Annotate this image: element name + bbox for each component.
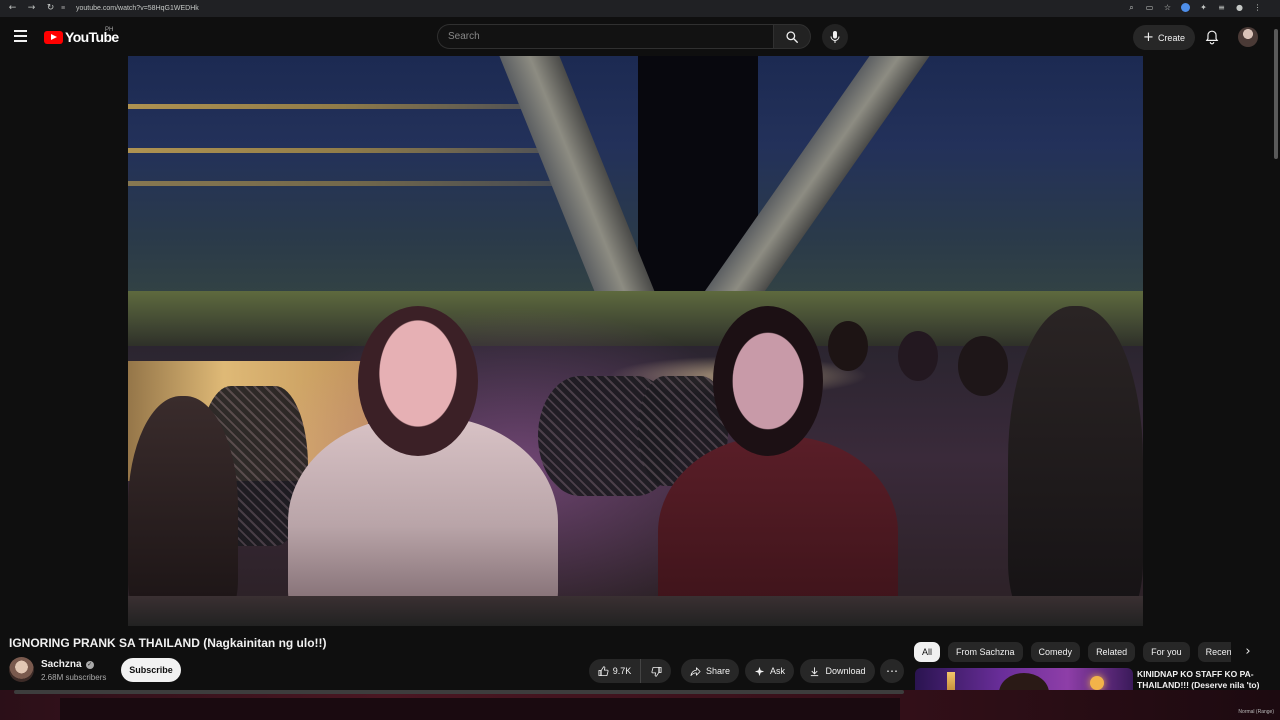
bell-icon [1205,30,1219,44]
chip-comedy[interactable]: Comedy [1030,642,1081,662]
ceiling-stripe [128,181,578,186]
chip-for-you[interactable]: For you [1143,642,1190,662]
zoom-status-label: Normal (Range) [1238,709,1274,715]
youtube-header: YouTube PH + Create [0,17,1280,57]
scrollbar-thumb[interactable] [1274,29,1278,159]
ask-label: Ask [769,666,785,676]
chip-from-channel[interactable]: From Sachzna [948,642,1023,662]
channel-avatar[interactable] [9,657,34,682]
dislike-button[interactable] [641,659,671,683]
download-icon [811,666,819,676]
like-dislike-group: 9.7K [589,659,671,683]
hamburger-icon[interactable] [14,30,28,42]
chip-recently-uploaded[interactable]: Recently uploaded [1197,642,1231,662]
thumbs-down-icon [651,666,661,677]
channel-name-text[interactable]: Sachzna [41,659,82,670]
bookmark-star-icon[interactable]: ☆ [1163,3,1172,12]
recommendation-chips: All From Sachzna Comedy Related For you … [914,642,1231,662]
profile-icon[interactable]: ● [1235,3,1244,12]
video-title: IGNORING PRANK SA THAILAND (Nagkainitan … [9,636,327,650]
media-icon[interactable]: ≡ [1217,3,1226,12]
more-horizontal-icon[interactable]: ⋯ [880,659,904,683]
subscribe-button[interactable]: Subscribe [121,658,181,682]
person-left-head [358,306,478,456]
subscriber-count: 2.68M subscribers [41,673,107,682]
description-box[interactable] [60,698,900,720]
create-label: Create [1157,32,1185,43]
voice-search-button[interactable] [822,24,848,50]
ceiling-stripe [128,148,558,153]
ceiling-stripe [128,104,538,109]
forward-icon[interactable]: → [25,2,38,15]
foreground-table [128,596,1143,626]
plus-icon: + [1143,30,1154,45]
browser-menu-icon[interactable]: ⋮ [1253,3,1262,12]
thumbs-up-icon [598,665,609,676]
microphone-icon [830,31,840,43]
background-person [828,321,868,371]
download-label: Download [825,666,866,676]
url-text[interactable]: youtube.com/watch?v=58HqG1WEDHk [76,5,199,12]
search-input[interactable] [437,24,773,49]
chip-related[interactable]: Related [1088,642,1136,662]
share-label: Share [705,666,731,676]
background-person [958,336,1008,396]
verified-check-icon: ✓ [85,660,94,669]
chip-all[interactable]: All [914,642,941,662]
search-button[interactable] [773,24,811,49]
like-button[interactable]: 9.7K [589,659,641,683]
thumbnail-lantern [1090,676,1104,690]
page-scrollbar[interactable] [1272,17,1280,720]
zoom-icon[interactable]: ⌕ [1127,3,1136,12]
person-left-edge [128,396,238,626]
channel-name[interactable]: Sachzna ✓ [41,659,94,670]
address-bar[interactable]: ≡ youtube.com/watch?v=58HqG1WEDHk [58,2,1118,15]
youtube-play-logo-icon [44,30,63,44]
recommendation-title[interactable]: KINIDNAP KO STAFF KO PA-THAILAND!!! (Des… [1137,669,1267,691]
person-right-edge [1008,306,1143,626]
share-button[interactable]: Share [681,659,739,683]
reload-icon[interactable]: ↻ [44,2,57,15]
browser-toolbar: ← → ↻ ≡ youtube.com/watch?v=58HqG1WEDHk … [0,0,1280,17]
person-right-head [713,306,823,456]
search-bar [437,24,811,49]
like-count: 9.7K [612,666,632,676]
download-button[interactable]: Download [800,659,875,683]
extension-icon[interactable] [1181,3,1190,12]
extensions-puzzle-icon[interactable]: ✦ [1199,3,1208,12]
share-arrow-icon [690,666,701,676]
browser-extensions: ⌕ ▭ ☆ ✦ ≡ ● ⋮ [1127,3,1262,12]
chevron-right-icon[interactable]: › [1239,643,1257,661]
sparkle-icon [754,666,765,676]
account-avatar[interactable] [1238,27,1258,47]
video-player[interactable] [128,56,1143,626]
cast-icon[interactable]: ▭ [1145,3,1154,12]
description-box-edge [14,690,904,694]
create-button[interactable]: + Create [1133,25,1195,50]
ask-button[interactable]: Ask [745,659,794,683]
search-icon [786,30,798,43]
site-info-icon[interactable]: ≡ [58,4,68,14]
notifications-button[interactable] [1203,28,1221,46]
region-label: PH [105,27,114,33]
background-person [898,331,938,381]
back-icon[interactable]: ← [6,2,19,15]
